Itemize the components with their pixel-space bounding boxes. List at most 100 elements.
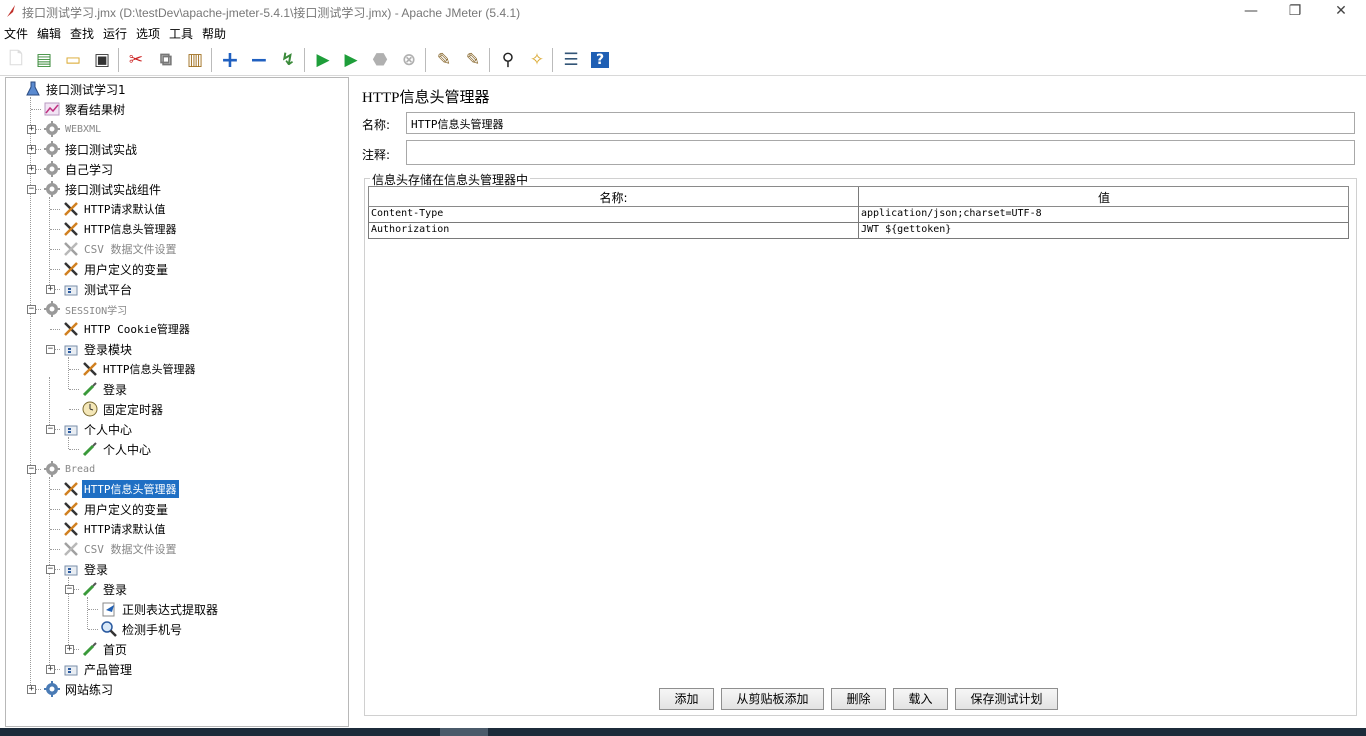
tree-expand-toggle[interactable]: +: [65, 645, 74, 654]
tree-node[interactable]: 固定定时器: [81, 399, 165, 419]
header-value-cell[interactable]: JWT ${gettoken}: [861, 224, 951, 235]
tree-collapse-toggle[interactable]: −: [27, 465, 36, 474]
tree-expand-toggle[interactable]: +: [27, 125, 36, 134]
tree-expand-toggle[interactable]: +: [27, 165, 36, 174]
wrench-icon: [62, 200, 80, 218]
menu-help[interactable]: 帮助: [202, 25, 226, 42]
tree-node[interactable]: 登录: [81, 579, 129, 599]
tree-node[interactable]: 自己学习: [43, 159, 115, 179]
tree-node[interactable]: 接口测试学习1: [24, 79, 128, 99]
tree-collapse-toggle[interactable]: −: [27, 305, 36, 314]
tree-node[interactable]: 察看结果树: [43, 99, 127, 119]
copy-icon[interactable]: ⧉: [154, 48, 178, 72]
table-row[interactable]: Authorization JWT ${gettoken}: [368, 223, 1349, 239]
shutdown-icon[interactable]: ⊗: [397, 48, 421, 72]
menu-run[interactable]: 运行: [103, 25, 127, 42]
toggle-icon[interactable]: ↯: [276, 48, 300, 72]
toolbar-separator: [489, 48, 490, 72]
tree-node[interactable]: HTTP信息头管理器: [62, 479, 179, 499]
tree-node[interactable]: CSV 数据文件设置: [62, 539, 179, 559]
tree-collapse-toggle[interactable]: −: [46, 425, 55, 434]
tree-node[interactable]: 个人中心: [81, 439, 153, 459]
tree-node[interactable]: 网站练习: [43, 679, 115, 699]
header-name-cell[interactable]: Content-Type: [371, 208, 443, 219]
templates-icon[interactable]: ▤: [32, 48, 56, 72]
tree-node[interactable]: 登录: [81, 379, 129, 399]
cut-icon[interactable]: ✂: [124, 48, 148, 72]
tree-node[interactable]: HTTP请求默认值: [62, 199, 168, 219]
tree-node[interactable]: Bread: [43, 459, 97, 479]
minimize-button[interactable]: —: [1228, 2, 1274, 22]
function-helper-icon[interactable]: ☰: [559, 48, 583, 72]
name-field[interactable]: HTTP信息头管理器: [406, 112, 1355, 134]
tree-expand-toggle[interactable]: +: [27, 145, 36, 154]
tree-node[interactable]: 个人中心: [62, 419, 134, 439]
column-value-header[interactable]: 值: [859, 189, 1349, 206]
tree-collapse-toggle[interactable]: −: [65, 585, 74, 594]
menu-bar: 文件 编辑 查找 运行 选项 工具 帮助: [0, 23, 1366, 43]
clear-all-icon[interactable]: ✎: [461, 48, 485, 72]
header-name-cell[interactable]: Authorization: [371, 224, 449, 235]
tree-collapse-toggle[interactable]: −: [46, 565, 55, 574]
tree-node[interactable]: 正则表达式提取器: [100, 599, 220, 619]
tree-expand-toggle[interactable]: +: [46, 665, 55, 674]
tree-node[interactable]: 接口测试实战组件: [43, 179, 163, 199]
restore-button[interactable]: ❐: [1272, 2, 1318, 22]
delete-button[interactable]: 删除: [831, 688, 886, 710]
tree-node[interactable]: 登录模块: [62, 339, 134, 359]
stop-icon[interactable]: ⬣: [368, 48, 392, 72]
tree-node[interactable]: SESSION学习: [43, 299, 129, 319]
tree-node[interactable]: HTTP请求默认值: [62, 519, 168, 539]
tree-node-label: SESSION学习: [65, 305, 128, 317]
menu-search[interactable]: 查找: [70, 25, 94, 42]
save-icon[interactable]: ▣: [90, 48, 114, 72]
add-button[interactable]: 添加: [659, 688, 714, 710]
tree-node[interactable]: 用户定义的变量: [62, 499, 170, 519]
table-row[interactable]: Content-Type application/json;charset=UT…: [368, 207, 1349, 223]
close-button[interactable]: ✕: [1318, 2, 1364, 22]
menu-file[interactable]: 文件: [4, 25, 28, 42]
tree-node[interactable]: 接口测试实战: [43, 139, 139, 159]
tree-node[interactable]: HTTP信息头管理器: [81, 359, 198, 379]
start-icon[interactable]: ▶: [311, 48, 335, 72]
tree-collapse-toggle[interactable]: −: [27, 185, 36, 194]
tree-node-label: 网站练习: [65, 682, 114, 697]
tree-expand-toggle[interactable]: +: [27, 685, 36, 694]
tree-node[interactable]: 用户定义的变量: [62, 259, 170, 279]
paste-icon[interactable]: ▥: [183, 48, 207, 72]
search-icon[interactable]: ⚲: [496, 48, 520, 72]
chart-icon: [43, 100, 61, 118]
menu-options[interactable]: 选项: [136, 25, 160, 42]
tree-node[interactable]: CSV 数据文件设置: [62, 239, 179, 259]
save-test-plan-button[interactable]: 保存测试计划: [955, 688, 1058, 710]
tree-node[interactable]: 产品管理: [62, 659, 134, 679]
menu-edit[interactable]: 编辑: [37, 25, 61, 42]
tree-node[interactable]: 登录: [62, 559, 110, 579]
tree-node[interactable]: HTTP信息头管理器: [62, 219, 179, 239]
load-button[interactable]: 载入: [893, 688, 948, 710]
tree-collapse-toggle[interactable]: −: [46, 345, 55, 354]
tree-node[interactable]: 首页: [81, 639, 129, 659]
clear-icon[interactable]: ✎: [432, 48, 456, 72]
tree-connector: [88, 609, 98, 610]
menu-tools[interactable]: 工具: [169, 25, 193, 42]
tree-node[interactable]: WEBXML: [43, 119, 103, 139]
reset-search-icon[interactable]: ✧: [525, 48, 549, 72]
tree-node[interactable]: HTTP Cookie管理器: [62, 319, 192, 339]
collapse-icon[interactable]: −: [247, 48, 271, 73]
help-icon[interactable]: ?: [588, 48, 612, 72]
taskbar-active-app[interactable]: [440, 728, 488, 736]
new-icon[interactable]: 🗋: [4, 48, 28, 72]
header-value-cell[interactable]: application/json;charset=UTF-8: [861, 208, 1042, 219]
start-no-pause-icon[interactable]: ▶: [339, 48, 363, 72]
expand-icon[interactable]: +: [218, 48, 242, 73]
test-plan-tree[interactable]: 接口测试学习1 察看结果树 + WEBXML + 接口测试实战 + 自己学习 − 接口测试实战组件…: [5, 77, 349, 727]
comment-field[interactable]: [406, 140, 1355, 165]
column-name-header[interactable]: 名称:: [369, 189, 858, 206]
tree-expand-toggle[interactable]: +: [46, 285, 55, 294]
tree-node[interactable]: 测试平台: [62, 279, 134, 299]
tree-node[interactable]: 检测手机号: [100, 619, 184, 639]
tree-connector: [88, 629, 98, 630]
open-icon[interactable]: ▭: [61, 48, 85, 72]
add-from-clipboard-button[interactable]: 从剪贴板添加: [721, 688, 824, 710]
